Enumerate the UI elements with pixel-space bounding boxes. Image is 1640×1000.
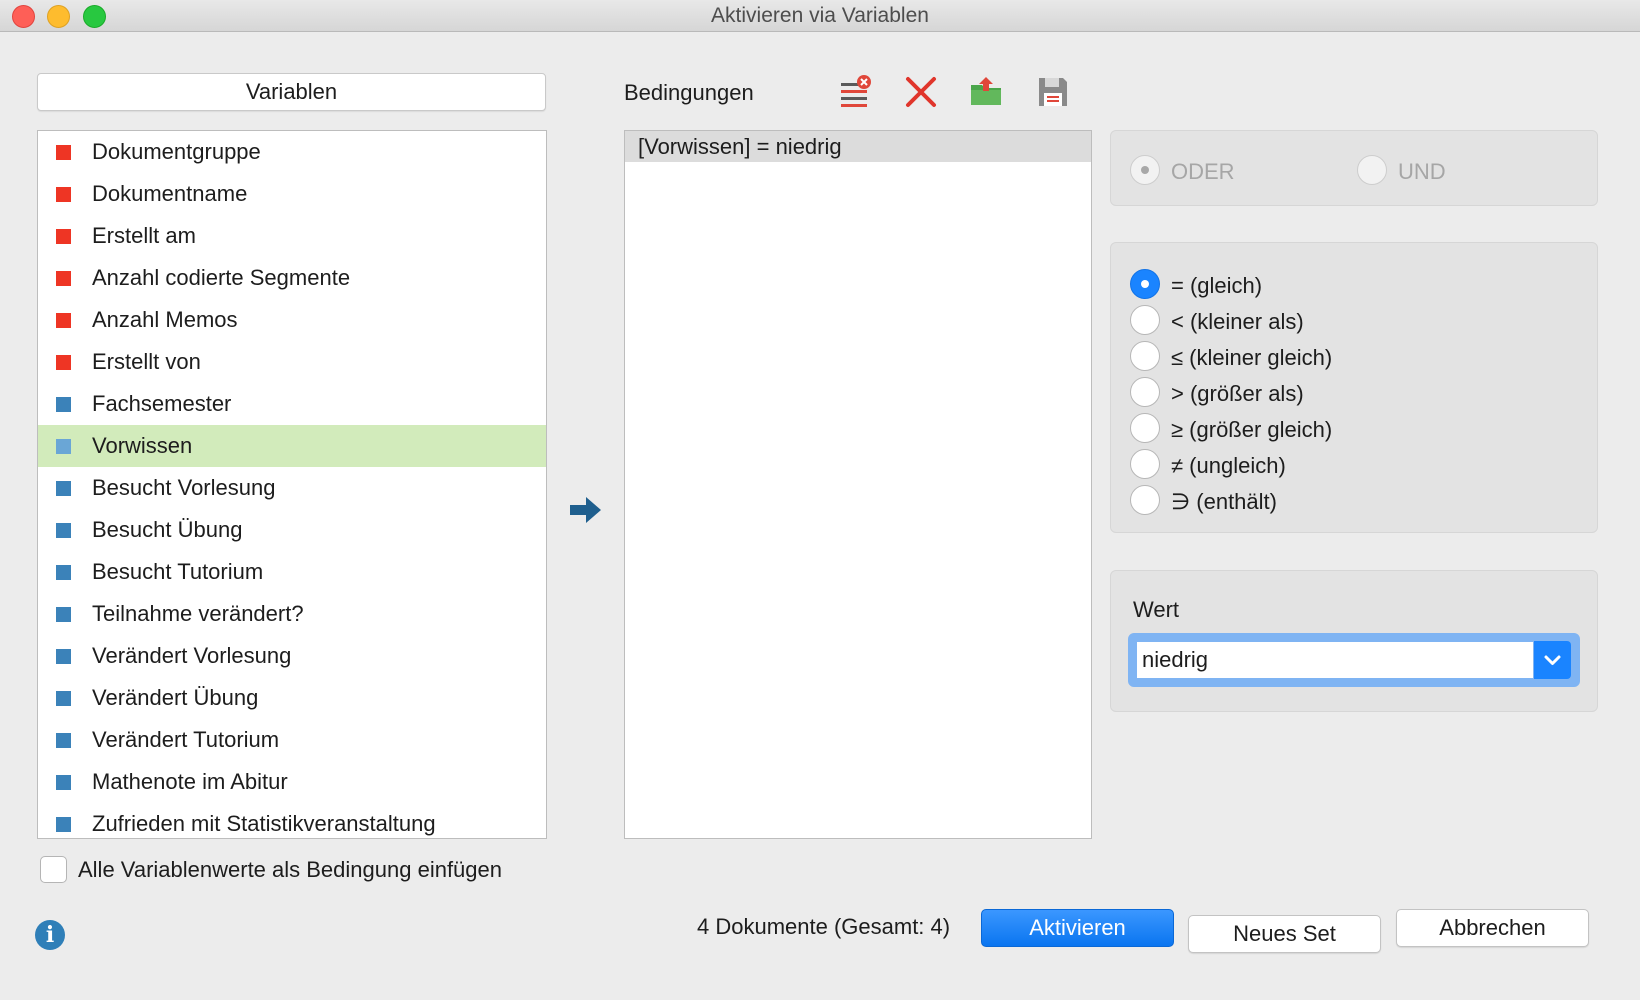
value-combobox[interactable]: [1128, 633, 1580, 687]
variables-list[interactable]: Dokumentgruppe Dokumentname Erstellt am …: [37, 130, 547, 839]
variable-label: Anzahl Memos: [92, 307, 238, 332]
variable-label: Besucht Übung: [92, 517, 243, 542]
variable-item[interactable]: Verändert Vorlesung: [38, 635, 546, 677]
remove-condition-icon[interactable]: [838, 74, 874, 110]
value-dropdown-button[interactable]: [1534, 641, 1571, 679]
add-condition-arrow-icon[interactable]: [570, 495, 602, 525]
variable-type-icon: [56, 229, 71, 244]
window-title: Aktivieren via Variablen: [711, 4, 929, 27]
operator-radio-contains[interactable]: [1130, 485, 1160, 515]
operator-label: ∋ (enthält): [1171, 489, 1277, 514]
variable-type-icon: [56, 355, 71, 370]
save-icon[interactable]: [1035, 74, 1071, 110]
variable-type-icon: [56, 271, 71, 286]
variable-item[interactable]: Dokumentgruppe: [38, 131, 546, 173]
delete-all-icon[interactable]: [903, 74, 939, 110]
operator-label: > (größer als): [1171, 381, 1304, 406]
operator-label: ≥ (größer gleich): [1171, 417, 1333, 442]
variable-label: Fachsemester: [92, 391, 232, 416]
document-count: 4 Dokumente (Gesamt: 4): [697, 914, 951, 939]
variable-type-icon: [56, 397, 71, 412]
operator-radio-greater[interactable]: [1130, 377, 1160, 407]
operator-radio-greater-equal[interactable]: [1130, 413, 1160, 443]
variables-header[interactable]: Variablen: [37, 73, 546, 111]
variable-item[interactable]: Besucht Tutorium: [38, 551, 546, 593]
operator-label: = (gleich): [1171, 273, 1263, 298]
conditions-label: Bedingungen: [624, 80, 754, 105]
operator-radio-not-equal[interactable]: [1130, 449, 1160, 479]
operator-label: ≠ (ungleich): [1171, 453, 1286, 478]
variable-item[interactable]: Anzahl Memos: [38, 299, 546, 341]
variable-item[interactable]: Teilnahme verändert?: [38, 593, 546, 635]
variable-item[interactable]: Vorwissen: [38, 425, 546, 467]
variable-label: Mathenote im Abitur: [92, 769, 288, 794]
variable-label: Besucht Tutorium: [92, 559, 264, 584]
variable-item[interactable]: Erstellt am: [38, 215, 546, 257]
variable-label: Vorwissen: [92, 433, 193, 458]
variable-label: Teilnahme verändert?: [92, 601, 304, 626]
variable-label: Verändert Tutorium: [92, 727, 280, 752]
new-set-button[interactable]: Neues Set: [1188, 915, 1381, 953]
value-input[interactable]: [1137, 642, 1533, 678]
operator-label: ≤ (kleiner gleich): [1171, 345, 1333, 370]
conditions-list[interactable]: [Vorwissen] = niedrig: [624, 130, 1092, 839]
variable-label: Anzahl codierte Segmente: [92, 265, 351, 290]
operator-label: < (kleiner als): [1171, 309, 1304, 334]
open-folder-icon[interactable]: [968, 74, 1004, 110]
chevron-down-icon: [1544, 655, 1561, 665]
title-bar: Aktivieren via Variablen: [0, 0, 1640, 32]
value-panel: Wert: [1110, 570, 1598, 712]
value-label: Wert: [1133, 597, 1180, 622]
variable-type-icon: [56, 607, 71, 622]
condition-item[interactable]: [Vorwissen] = niedrig: [625, 131, 1091, 162]
variable-label: Dokumentgruppe: [92, 139, 261, 164]
variable-label: Erstellt am: [92, 223, 196, 248]
variable-label: Besucht Vorlesung: [92, 475, 276, 500]
activate-button[interactable]: Aktivieren: [981, 909, 1174, 947]
variable-type-icon: [56, 565, 71, 580]
or-label: ODER: [1171, 159, 1235, 184]
insert-all-values-label: Alle Variablenwerte als Bedingung einfüg…: [78, 857, 502, 882]
variable-type-icon: [56, 817, 71, 832]
variable-item[interactable]: Mathenote im Abitur: [38, 761, 546, 803]
variable-type-icon: [56, 649, 71, 664]
variable-item[interactable]: Verändert Übung: [38, 677, 546, 719]
variable-item[interactable]: Erstellt von: [38, 341, 546, 383]
operators-panel: = (gleich) < (kleiner als) ≤ (kleiner gl…: [1110, 242, 1598, 533]
logic-panel: ODER UND: [1110, 130, 1598, 206]
variable-type-icon: [56, 439, 71, 454]
and-label: UND: [1398, 159, 1446, 184]
variable-item[interactable]: Besucht Übung: [38, 509, 546, 551]
variable-label: Dokumentname: [92, 181, 248, 206]
insert-all-values-checkbox[interactable]: [40, 856, 67, 883]
variable-type-icon: [56, 187, 71, 202]
variable-item[interactable]: Verändert Tutorium: [38, 719, 546, 761]
variable-item[interactable]: Fachsemester: [38, 383, 546, 425]
variable-type-icon: [56, 523, 71, 538]
variable-type-icon: [56, 313, 71, 328]
variable-item[interactable]: Besucht Vorlesung: [38, 467, 546, 509]
variable-item[interactable]: Anzahl codierte Segmente: [38, 257, 546, 299]
variable-type-icon: [56, 145, 71, 160]
variable-item[interactable]: Zufrieden mit Statistikveranstaltung: [38, 803, 546, 838]
or-radio[interactable]: [1130, 155, 1160, 185]
operator-radio-less-equal[interactable]: [1130, 341, 1160, 371]
variable-label: Verändert Vorlesung: [92, 643, 292, 668]
condition-text: [Vorwissen] = niedrig: [638, 134, 842, 159]
variable-label: Verändert Übung: [92, 685, 259, 710]
variable-label: Zufrieden mit Statistikveranstaltung: [92, 811, 436, 836]
variable-type-icon: [56, 775, 71, 790]
variable-type-icon: [56, 481, 71, 496]
operator-radio-less[interactable]: [1130, 305, 1160, 335]
cancel-button[interactable]: Abbrechen: [1396, 909, 1589, 947]
variable-type-icon: [56, 691, 71, 706]
operator-radio-equal[interactable]: [1130, 269, 1160, 299]
and-radio[interactable]: [1357, 155, 1387, 185]
variable-label: Erstellt von: [92, 349, 201, 374]
info-icon[interactable]: i: [35, 920, 65, 950]
variable-item[interactable]: Dokumentname: [38, 173, 546, 215]
variable-type-icon: [56, 733, 71, 748]
